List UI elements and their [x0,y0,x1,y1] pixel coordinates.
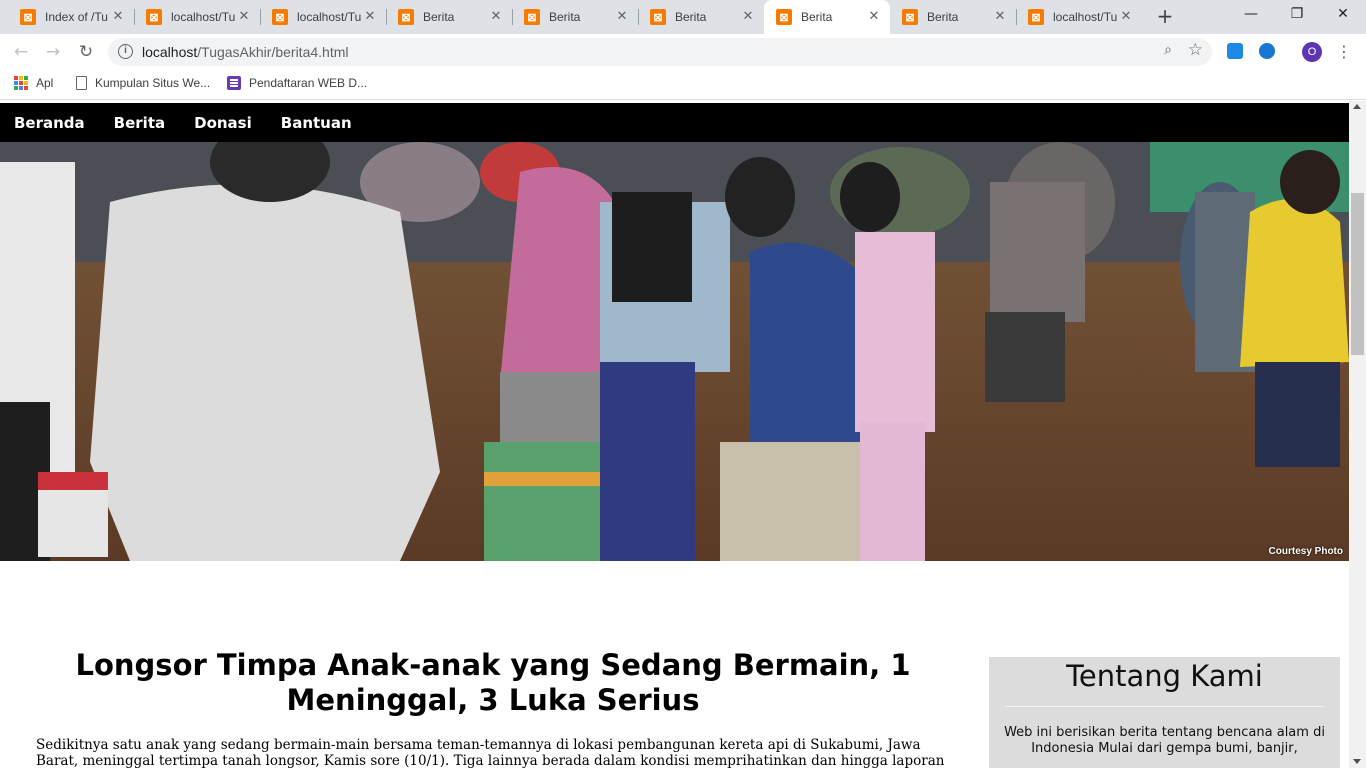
scroll-up-arrow-icon[interactable] [1353,104,1361,109]
url-text[interactable]: localhost/TugasAkhir/berita4.html [142,44,348,60]
tab-title: localhost/Tu [171,10,236,24]
xampp-favicon-icon: ⊠ [524,9,540,25]
browser-menu-icon[interactable]: ⋮ [1336,40,1352,64]
close-tab-icon[interactable]: ✕ [236,9,252,25]
nav-link-bantuan[interactable]: Bantuan [281,114,352,132]
photo-credit: Courtesy Photo [1268,546,1343,557]
new-tab-button[interactable]: + [1153,5,1177,29]
about-heading: Tentang Kami [1066,659,1263,693]
hero-photo-illustration [0,142,1349,561]
close-tab-icon[interactable]: ✕ [362,9,378,25]
scrollbar-thumb[interactable] [1351,193,1364,355]
page-viewport: Beranda Berita Donasi Bantuan Courtesy P… [0,101,1366,768]
minimize-button[interactable]: — [1228,0,1274,30]
close-tab-icon[interactable]: ✕ [866,9,882,25]
form-icon [227,76,241,90]
hero-photo: Courtesy Photo [0,142,1349,561]
bookmark-label: Apl [36,76,54,90]
tab-title: localhost/Tu [1053,10,1118,24]
tab-title: localhost/Tu [297,10,362,24]
close-tab-icon[interactable]: ✕ [614,9,630,25]
reload-button[interactable]: ↻ [74,40,98,64]
browser-tab[interactable]: ⊠ Berita ✕ [386,0,513,34]
tab-title: Berita [549,10,581,24]
xampp-favicon-icon: ⊠ [1028,9,1044,25]
bookmark-star-icon[interactable]: ☆ [1188,40,1203,60]
bookmark-label: Kumpulan Situs We... [95,76,211,90]
back-button[interactable]: ← [9,40,33,64]
xampp-favicon-icon: ⊠ [20,9,36,25]
xampp-favicon-icon: ⊠ [398,9,414,25]
page-scrollbar[interactable] [1349,101,1366,768]
browser-tab[interactable]: ⊠ localhost/Tu ✕ [260,0,387,34]
close-tab-icon[interactable]: ✕ [740,9,756,25]
tab-title: Berita [801,10,833,24]
browser-tab-active[interactable]: ⊠ Berita ✕ [764,0,890,34]
profile-avatar[interactable]: O [1302,42,1322,62]
close-window-button[interactable]: ✕ [1320,0,1366,30]
tab-title: Index of /Tu [45,10,108,24]
zoom-icon[interactable]: ⌕ [1164,42,1172,58]
article-title: Longsor Timpa Anak-anak yang Sedang Berm… [75,648,911,717]
maximize-button[interactable]: ❐ [1274,0,1320,30]
tab-strip: ⊠ Index of /Tu ✕ ⊠ localhost/Tu ✕ ⊠ loca… [0,0,1366,34]
about-text: Web ini berisikan berita tentang bencana… [1004,725,1325,756]
tab-title: Berita [675,10,707,24]
close-tab-icon[interactable]: ✕ [488,9,504,25]
xampp-favicon-icon: ⊠ [272,9,288,25]
document-icon [76,76,87,90]
nav-link-berita[interactable]: Berita [114,114,165,132]
close-tab-icon[interactable]: ✕ [1118,9,1134,25]
tab-title: Berita [927,10,959,24]
browser-tab[interactable]: ⊠ Berita ✕ [890,0,1017,34]
bookmark-item[interactable]: Kumpulan Situs We... [76,76,210,90]
nav-link-donasi[interactable]: Donasi [194,114,252,132]
extension-icon[interactable] [1227,43,1243,59]
xampp-favicon-icon: ⊠ [146,9,162,25]
bookmarks-bar: Apl Kumpulan Situs We... Pendaftaran WEB… [0,70,1366,100]
url-host: localhost [142,44,198,60]
close-tab-icon[interactable]: ✕ [992,9,1008,25]
xampp-favicon-icon: ⊠ [902,9,918,25]
about-sidebar: Tentang Kami Web ini berisikan berita te… [989,657,1340,768]
scroll-down-arrow-icon[interactable] [1353,759,1361,764]
site-info-icon[interactable]: i [118,44,133,59]
tab-title: Berita [423,10,455,24]
url-path: /TugasAkhir/berita4.html [197,44,349,60]
forward-button[interactable]: → [41,40,65,64]
article-body: Sedikitnya satu anak yang sedang bermain… [36,737,945,768]
address-bar[interactable]: i localhost/TugasAkhir/berita4.html ⌕ ☆ [108,38,1212,66]
apps-grid-icon [14,76,28,90]
bookmark-apps[interactable]: Apl [14,76,53,90]
browser-tab[interactable]: ⊠ localhost/Tu ✕ [134,0,261,34]
browser-tab[interactable]: ⊠ Berita ✕ [512,0,639,34]
extension-search-icon[interactable] [1259,43,1275,59]
browser-toolbar: ← → ↻ i localhost/TugasAkhir/berita4.htm… [0,34,1366,70]
browser-tab[interactable]: ⊠ Index of /Tu ✕ [8,0,135,34]
bookmark-label: Pendaftaran WEB D... [249,76,368,90]
bookmark-item[interactable]: Pendaftaran WEB D... [227,76,367,90]
close-tab-icon[interactable]: ✕ [110,9,126,25]
browser-tab[interactable]: ⊠ Berita ✕ [638,0,764,34]
xampp-favicon-icon: ⊠ [776,9,792,25]
xampp-favicon-icon: ⊠ [650,9,666,25]
site-navbar: Beranda Berita Donasi Bantuan [0,103,1349,142]
nav-link-beranda[interactable]: Beranda [14,114,85,132]
browser-tab[interactable]: ⊠ localhost/Tu ✕ [1016,0,1142,34]
